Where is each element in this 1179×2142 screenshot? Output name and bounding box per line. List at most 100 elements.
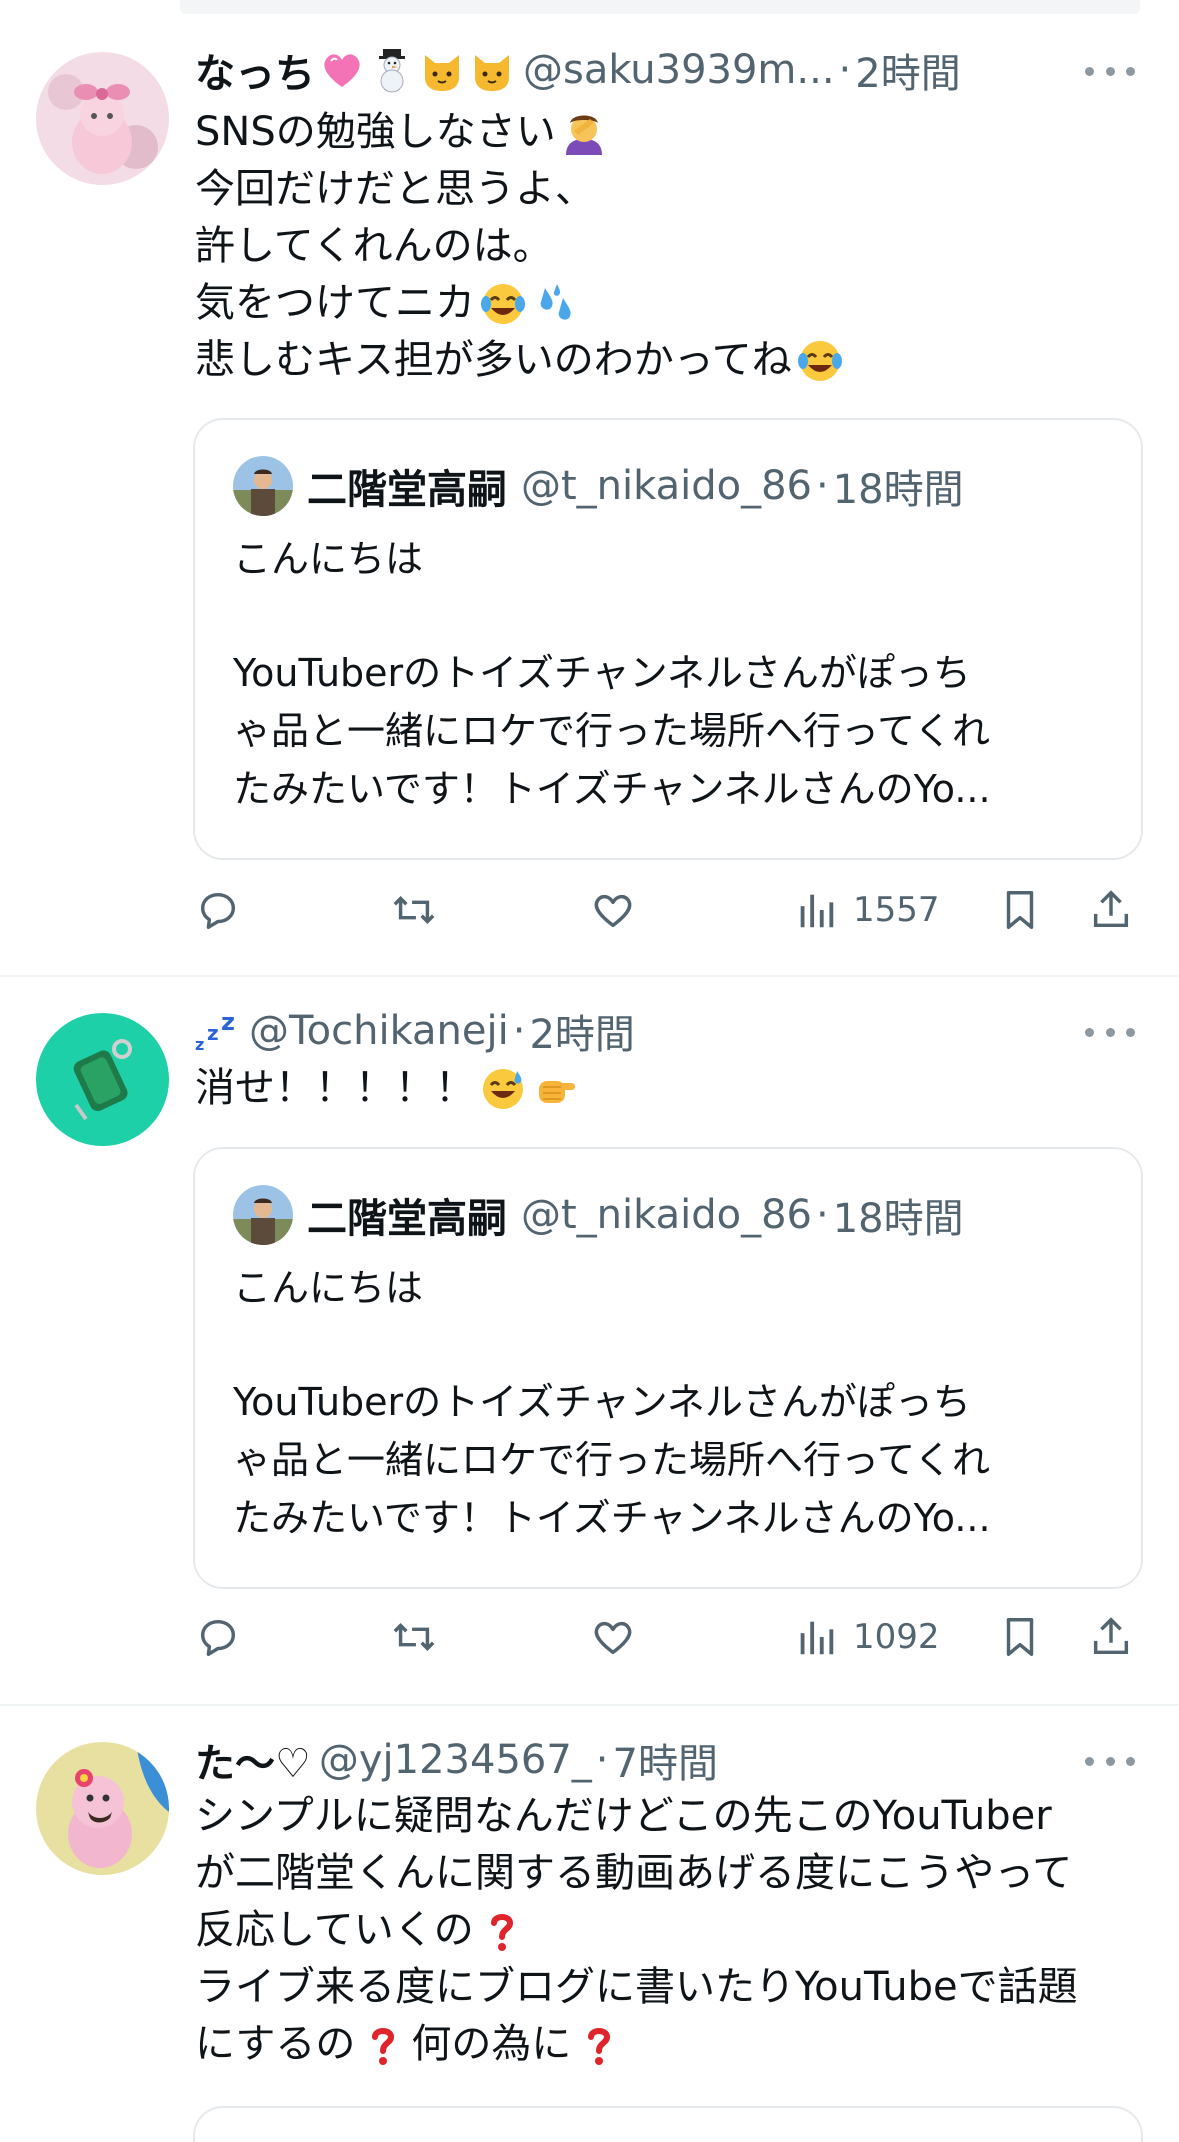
quoted-tweet-text: こんにちは YouTuberのトイズチャンネルさんがぽっち ゃ品と一緒にロケで行… bbox=[233, 530, 991, 818]
tweet-text-line: 気をつけてニカ bbox=[195, 280, 475, 326]
quoted-text-line: ゃ品と一緒にロケで行った場所へ行ってくれ bbox=[233, 1438, 990, 1482]
tweet-text-line: ライブ来る度にブログに書いたりYouTubeで話題 bbox=[195, 1964, 1078, 2010]
quoted-display-name: 二階堂高嗣 bbox=[307, 467, 507, 513]
tweet-text-line: 何の為に bbox=[411, 2021, 572, 2067]
tweet-text-line: SNSの勉強しなさい bbox=[195, 109, 556, 155]
tweet[interactable]: なっち @saku3939m... · 2時間 SNSの勉強しなさい 今回だけだ… bbox=[0, 0, 1179, 975]
retweet-button[interactable] bbox=[391, 880, 437, 940]
views-count: 1092 bbox=[853, 1617, 940, 1657]
quoted-tweet[interactable]: 二階堂高嗣 @t_nikaido_86 · 18時間 こんにちは YouTube… bbox=[193, 1147, 1143, 1589]
quoted-user-handle: @t_nikaido_86 bbox=[521, 463, 812, 509]
svg-text:z: z bbox=[195, 1035, 204, 1054]
display-name[interactable]: た〜♡ bbox=[195, 1731, 311, 1789]
share-icon bbox=[1093, 1617, 1129, 1655]
like-icon bbox=[594, 1621, 632, 1655]
retweet-icon bbox=[393, 1623, 435, 1651]
quoted-text-line: ゃ品と一緒にロケで行った場所へ行ってくれ bbox=[233, 709, 990, 753]
quoted-text-line: YouTuberのトイズチャンネルさんがぽっち bbox=[233, 1380, 971, 1424]
facepalm-emoji-icon bbox=[565, 115, 602, 155]
tweet-actions: 1092 bbox=[195, 1607, 1145, 1667]
quoted-text-line: たみたいです！トイズチャンネルさんのYo... bbox=[233, 1496, 991, 1540]
retweet-icon bbox=[393, 896, 435, 924]
like-button[interactable] bbox=[590, 1607, 636, 1667]
svg-text:z: z bbox=[207, 1021, 219, 1045]
separator-dot: · bbox=[838, 47, 852, 93]
quoted-tweet-header: 二階堂高嗣 @t_nikaido_86 · 18時間 bbox=[233, 456, 964, 516]
user-handle[interactable]: @saku3939m... bbox=[523, 47, 835, 93]
tweet-text: シンプルに疑問なんだけどこの先このYouTuber が二階堂くんに関する動画あげ… bbox=[195, 1788, 1145, 2073]
red-question-mark-icon bbox=[588, 2027, 611, 2065]
quoted-text-line: YouTuberのトイズチャンネルさんがぽっち bbox=[233, 651, 971, 695]
pointing-hand-emoji-icon bbox=[539, 1080, 575, 1103]
tweet-actions: 1557 bbox=[195, 880, 1145, 940]
timestamp[interactable]: 2時間 bbox=[529, 1002, 634, 1060]
tweet[interactable]: zzz @Tochikaneji · 2時間 消せ！！！！！ 二階堂高嗣 @t_… bbox=[0, 977, 1179, 1704]
quoted-tweet[interactable]: 二階堂高嗣 @t_nikaido_86 · 18時間 こんにちは YouTube… bbox=[193, 418, 1143, 860]
user-handle[interactable]: @Tochikaneji bbox=[249, 1008, 509, 1054]
quoted-tweet[interactable] bbox=[193, 2106, 1143, 2142]
tweet-text-line: 今回だけだと思うよ、 bbox=[195, 166, 595, 212]
share-icon bbox=[1093, 890, 1129, 928]
share-button[interactable] bbox=[1088, 880, 1134, 940]
retweet-button[interactable] bbox=[391, 1607, 437, 1667]
timestamp[interactable]: 2時間 bbox=[855, 41, 960, 99]
tweet-header: なっち @saku3939m... · 2時間 bbox=[195, 42, 961, 98]
separator-dot: · bbox=[816, 463, 829, 509]
display-name[interactable]: なっち bbox=[195, 41, 315, 99]
zzz-icon: zzz bbox=[195, 1008, 235, 1054]
avatar[interactable] bbox=[36, 1742, 169, 1875]
views-button[interactable]: 1557 bbox=[793, 880, 940, 940]
quoted-avatar[interactable] bbox=[233, 1185, 293, 1245]
tweet-text-line: 悲しむキス担が多いのわかってね bbox=[195, 337, 792, 383]
quoted-display-name: 二階堂高嗣 bbox=[307, 1196, 507, 1242]
tweet-header: た〜♡ @yj1234567_ · 7時間 bbox=[195, 1732, 718, 1788]
user-handle[interactable]: @yj1234567_ bbox=[319, 1737, 592, 1783]
svg-text:z: z bbox=[221, 1008, 235, 1036]
more-icon[interactable] bbox=[1085, 61, 1135, 81]
more-icon[interactable] bbox=[1085, 1751, 1135, 1771]
tweet[interactable]: た〜♡ @yj1234567_ · 7時間 シンプルに疑問なんだけどこの先このY… bbox=[0, 1706, 1179, 2142]
bookmark-icon bbox=[1006, 891, 1034, 929]
tears-of-joy-emoji-icon bbox=[481, 283, 525, 324]
quoted-tweet-text: こんにちは YouTuberのトイズチャンネルさんがぽっち ゃ品と一緒にロケで行… bbox=[233, 1259, 991, 1547]
avatar[interactable] bbox=[36, 1013, 169, 1146]
reply-icon bbox=[200, 1619, 236, 1656]
snowman-icon bbox=[379, 49, 405, 93]
bookmark-button[interactable] bbox=[997, 1607, 1043, 1667]
more-icon[interactable] bbox=[1085, 1022, 1135, 1042]
views-button[interactable]: 1092 bbox=[793, 1607, 940, 1667]
tweet-text-line: 消せ！！！！！ bbox=[195, 1065, 475, 1111]
quoted-avatar[interactable] bbox=[233, 456, 293, 516]
quoted-text-line: こんにちは bbox=[233, 537, 424, 581]
reply-button[interactable] bbox=[195, 880, 241, 940]
quoted-text-line: たみたいです！トイズチャンネルさんのYo... bbox=[233, 767, 991, 811]
quoted-text-line bbox=[233, 588, 991, 644]
reply-button[interactable] bbox=[195, 1607, 241, 1667]
tweet-header: zzz @Tochikaneji · 2時間 bbox=[195, 1003, 635, 1059]
views-icon bbox=[800, 894, 834, 928]
reply-icon bbox=[200, 892, 236, 929]
timestamp[interactable]: 7時間 bbox=[613, 1731, 718, 1789]
tweet-text-line: シンプルに疑問なんだけどこの先このYouTuber bbox=[195, 1793, 1052, 1839]
tweet-text: 消せ！！！！！ bbox=[195, 1060, 1145, 1117]
share-button[interactable] bbox=[1088, 1607, 1134, 1667]
views-count: 1557 bbox=[853, 890, 940, 930]
tweet-text-line: にするの bbox=[195, 2021, 356, 2067]
tears-of-joy-emoji-icon bbox=[797, 340, 842, 381]
like-icon bbox=[594, 894, 632, 928]
avatar[interactable] bbox=[36, 52, 169, 185]
cat-face-icon bbox=[425, 55, 459, 91]
quoted-timestamp: 18時間 bbox=[832, 467, 964, 513]
quoted-text-line bbox=[233, 1317, 991, 1373]
tweet-text-line: 反応していくの bbox=[195, 1907, 474, 1953]
quoted-tweet-header: 二階堂高嗣 @t_nikaido_86 · 18時間 bbox=[233, 1185, 964, 1245]
cat-face-icon bbox=[475, 55, 509, 91]
quoted-user-handle: @t_nikaido_86 bbox=[521, 1192, 812, 1238]
separator-dot: · bbox=[512, 1008, 526, 1054]
bookmark-button[interactable] bbox=[997, 880, 1043, 940]
tweet-text: SNSの勉強しなさい 今回だけだと思うよ、 許してくれんのは。 気をつけてニカ … bbox=[195, 104, 1145, 389]
sweat-droplets-emoji-icon bbox=[540, 283, 571, 320]
like-button[interactable] bbox=[590, 880, 636, 940]
quoted-timestamp: 18時間 bbox=[832, 1196, 964, 1242]
separator-dot: · bbox=[816, 1192, 829, 1238]
